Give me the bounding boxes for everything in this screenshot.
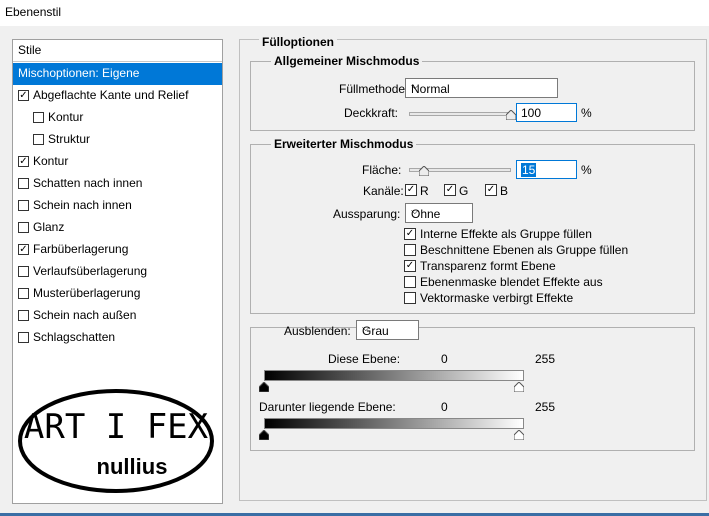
opacity-slider-thumb[interactable] [506,110,516,120]
fill-slider-thumb[interactable] [419,166,430,176]
style-item[interactable]: ✓ Kontur [13,151,222,173]
underlying-black-stop[interactable] [259,430,269,440]
opacity-input[interactable]: 100 [516,103,577,122]
style-item-label: Farbüberlagerung [33,242,129,256]
style-item-label: Glanz [33,220,65,234]
style-item[interactable]: Mischoptionen: Eigene [13,63,222,85]
knockout-label: Aussparung: [333,207,401,221]
style-checkbox[interactable] [18,266,29,277]
style-item[interactable]: ✓ Farbüberlagerung [13,239,222,261]
style-item-label: Kontur [33,154,69,168]
style-item-label: Schein nach außen [33,308,137,322]
advanced-option-label: Transparenz formt Ebene [420,259,556,273]
blend-mode-label: Füllmethode: [339,82,409,96]
channels-label: Kanäle: [363,184,404,198]
underlying-layer-max: 255 [535,400,556,414]
knockout-select[interactable]: Ohne ⌵ [405,203,473,223]
style-checkbox[interactable] [33,134,44,145]
advanced-option-label: Ebenenmaske blendet Effekte aus [420,275,603,289]
style-checkbox[interactable]: ✓ [18,244,29,255]
artifex-logo: ART I FEX nullius [18,389,214,493]
underlying-layer-gradient[interactable] [264,418,524,429]
style-item-label: Schatten nach innen [33,176,143,190]
style-item[interactable]: Schein nach außen [13,305,222,327]
style-item-label: Struktur [48,132,91,146]
advanced-option-label: Vektormaske verbirgt Effekte [420,291,574,305]
style-item[interactable]: Schein nach innen [13,195,222,217]
style-checkbox[interactable] [18,288,29,299]
styles-header-label: Stile [18,43,42,57]
opacity-label: Deckkraft: [344,106,399,120]
this-layer-max: 255 [535,352,556,366]
blend-if-label: Ausblenden: [284,324,351,338]
style-checkbox[interactable] [18,200,29,211]
chevron-down-icon: ⌵ [411,81,419,92]
channel-checkbox[interactable]: ✓ [405,184,417,196]
advanced-blending-title: Erweiterter Mischmodus [271,137,417,151]
style-item-label: Schlagschatten [33,330,116,344]
style-item-label: Musterüberlagerung [33,286,141,300]
channel-checkbox[interactable]: ✓ [485,184,497,196]
this-layer-black-stop[interactable] [259,382,269,392]
opacity-value: 100 [521,106,542,120]
style-checkbox[interactable] [18,178,29,189]
style-item[interactable]: ✓ Abgeflachte Kante und Relief [13,85,222,107]
this-layer-min: 0 [441,352,448,366]
blend-if-select[interactable]: Grau ⌵ [356,320,419,340]
style-checkbox[interactable] [18,222,29,233]
title-bar: Ebenenstil [0,0,709,26]
general-blending-title: Allgemeiner Mischmodus [271,54,423,68]
advanced-option-checkbox[interactable] [404,244,416,256]
window-title: Ebenenstil [5,5,62,19]
style-item[interactable]: Musterüberlagerung [13,283,222,305]
channel-label: B [500,184,509,198]
style-checkbox[interactable]: ✓ [18,156,29,167]
style-checkbox[interactable] [18,310,29,321]
advanced-option-checkbox[interactable]: ✓ [404,228,416,240]
opacity-percent: % [581,106,592,120]
logo-line2: nullius [97,454,168,479]
style-checkbox[interactable]: ✓ [18,90,29,101]
style-item-label: Verlaufsüberlagerung [33,264,148,278]
fill-options-title: Fülloptionen [259,35,337,49]
fill-percent: % [581,163,592,177]
advanced-option-checkbox[interactable]: ✓ [404,260,416,272]
advanced-option-checkbox[interactable] [404,292,416,304]
style-item[interactable]: Schatten nach innen [13,173,222,195]
chevron-down-icon: ⌵ [362,323,370,334]
channel-label: R [420,184,429,198]
underlying-layer-label: Darunter liegende Ebene: [259,400,396,414]
style-checkbox[interactable] [18,332,29,343]
this-layer-label: Diese Ebene: [328,352,401,366]
advanced-option-label: Interne Effekte als Gruppe füllen [420,227,592,241]
channel-checkbox[interactable]: ✓ [444,184,456,196]
channel-label: G [459,184,469,198]
style-item[interactable]: Struktur [13,129,222,151]
style-item-label: Mischoptionen: Eigene [18,66,140,80]
underlying-white-stop[interactable] [514,430,524,440]
styles-header[interactable]: Stile [13,40,222,62]
chevron-down-icon: ⌵ [411,206,419,217]
advanced-option-label: Beschnittene Ebenen als Gruppe füllen [420,243,629,257]
style-item[interactable]: Verlaufsüberlagerung [13,261,222,283]
opacity-slider-track[interactable] [409,112,511,116]
fill-value: 15 [521,163,537,177]
advanced-option-checkbox[interactable] [404,276,416,288]
logo-line1: ART I FEX [24,407,209,447]
fill-label: Fläche: [362,163,402,177]
blend-if-group [250,327,695,451]
fill-input[interactable]: 15 [516,160,577,179]
underlying-layer-min: 0 [441,400,448,414]
style-checkbox[interactable] [33,112,44,123]
style-item-label: Abgeflachte Kante und Relief [33,88,189,102]
this-layer-gradient[interactable] [264,370,524,381]
this-layer-white-stop[interactable] [514,382,524,392]
style-item-label: Schein nach innen [33,198,132,212]
blend-mode-select[interactable]: Normal ⌵ [405,78,558,98]
style-item[interactable]: Glanz [13,217,222,239]
style-item[interactable]: Kontur [13,107,222,129]
style-item-label: Kontur [48,110,84,124]
style-item[interactable]: Schlagschatten [13,327,222,349]
